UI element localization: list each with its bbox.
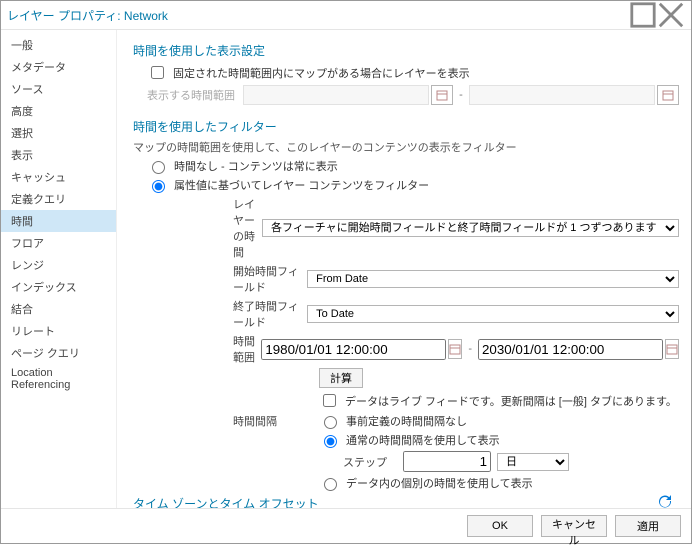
step-unit-select[interactable]: 日 bbox=[497, 453, 569, 471]
sidebar-item[interactable]: 時間 bbox=[1, 210, 116, 232]
range-start-input[interactable] bbox=[261, 339, 446, 360]
calculate-button[interactable]: 計算 bbox=[319, 368, 363, 388]
apply-button[interactable]: 適用 bbox=[615, 515, 681, 537]
end-field-select[interactable]: To Date bbox=[307, 305, 679, 323]
minimize-button[interactable] bbox=[629, 4, 657, 26]
titlebar: レイヤー プロパティ: Network bbox=[1, 1, 691, 30]
sidebar-item[interactable]: レンジ bbox=[1, 254, 116, 276]
main-panel: 時間を使用した表示設定 固定された時間範囲内にマップがある場合にレイヤーを表示 … bbox=[117, 30, 691, 508]
filter-desc: マップの時間範囲を使用して、このレイヤーのコンテンツの表示をフィルター bbox=[133, 139, 679, 155]
step-label: ステップ bbox=[343, 454, 403, 470]
sidebar-item[interactable]: フロア bbox=[1, 232, 116, 254]
sidebar-item[interactable]: キャッシュ bbox=[1, 166, 116, 188]
sidebar-item[interactable]: 選択 bbox=[1, 122, 116, 144]
radio-interval-unique[interactable]: データ内の個別の時間を使用して表示 bbox=[319, 475, 533, 491]
refresh-icon[interactable] bbox=[657, 494, 673, 508]
sidebar-item[interactable]: 一般 bbox=[1, 34, 116, 56]
sidebar-item[interactable]: インデックス bbox=[1, 276, 116, 298]
sidebar-item[interactable]: ページ クエリ bbox=[1, 342, 116, 364]
dialog-footer: OK キャンセル 適用 bbox=[1, 508, 691, 543]
range-end-input[interactable] bbox=[478, 339, 663, 360]
radio-interval-none[interactable]: 事前定義の時間間隔なし bbox=[319, 413, 467, 429]
radio-by-attribute[interactable]: 属性値に基づいてレイヤー コンテンツをフィルター bbox=[147, 177, 429, 193]
interval-label: 時間間隔 bbox=[233, 413, 319, 429]
close-button[interactable] bbox=[657, 4, 685, 26]
radio-no-time[interactable]: 時間なし - コンテンツは常に表示 bbox=[147, 158, 338, 174]
section-tz-title: タイム ゾーンとタイム オフセット bbox=[133, 495, 679, 508]
calendar-icon[interactable] bbox=[665, 339, 679, 359]
sidebar-item[interactable]: 表示 bbox=[1, 144, 116, 166]
display-range-label: 表示する時間範囲 bbox=[147, 87, 243, 103]
calendar-icon[interactable] bbox=[448, 339, 462, 359]
sidebar-item[interactable]: Location Referencing bbox=[1, 364, 116, 394]
sidebar-item[interactable]: 定義クエリ bbox=[1, 188, 116, 210]
display-range-start bbox=[243, 85, 429, 105]
sidebar-item[interactable]: 高度 bbox=[1, 100, 116, 122]
step-value-input[interactable] bbox=[403, 451, 491, 472]
start-field-select[interactable]: From Date bbox=[307, 270, 679, 288]
sidebar-item[interactable]: リレート bbox=[1, 320, 116, 342]
lock-extent-checkbox[interactable]: 固定された時間範囲内にマップがある場合にレイヤーを表示 bbox=[147, 63, 470, 82]
display-range-end bbox=[469, 85, 655, 105]
layer-time-label: レイヤーの時間 bbox=[233, 196, 262, 260]
live-feed-checkbox[interactable]: データはライブ フィードです。更新間隔は [一般] タブにあります。 bbox=[319, 391, 677, 410]
section-filter-title: 時間を使用したフィルター bbox=[133, 118, 679, 135]
sidebar-item[interactable]: 結合 bbox=[1, 298, 116, 320]
radio-interval-regular[interactable]: 通常の時間間隔を使用して表示 bbox=[319, 432, 500, 448]
ok-button[interactable]: OK bbox=[467, 515, 533, 537]
window-title: レイヤー プロパティ: Network bbox=[7, 7, 629, 24]
cancel-button[interactable]: キャンセル bbox=[541, 515, 607, 537]
sidebar-item[interactable]: メタデータ bbox=[1, 56, 116, 78]
layer-time-select[interactable]: 各フィーチャに開始時間フィールドと終了時間フィールドが 1 つずつあります bbox=[262, 219, 679, 237]
dialog-window: レイヤー プロパティ: Network 一般メタデータソース高度選択表示キャッシ… bbox=[0, 0, 692, 544]
sidebar-item[interactable]: ソース bbox=[1, 78, 116, 100]
section-extent-title: 時間を使用した表示設定 bbox=[133, 42, 679, 59]
end-field-label: 終了時間フィールド bbox=[233, 298, 307, 330]
calendar-icon[interactable] bbox=[431, 85, 453, 105]
sidebar: 一般メタデータソース高度選択表示キャッシュ定義クエリ時間フロアレンジインデックス… bbox=[1, 30, 117, 508]
calendar-icon[interactable] bbox=[657, 85, 679, 105]
time-range-label: 時間範囲 bbox=[233, 333, 261, 365]
start-field-label: 開始時間フィールド bbox=[233, 263, 307, 295]
